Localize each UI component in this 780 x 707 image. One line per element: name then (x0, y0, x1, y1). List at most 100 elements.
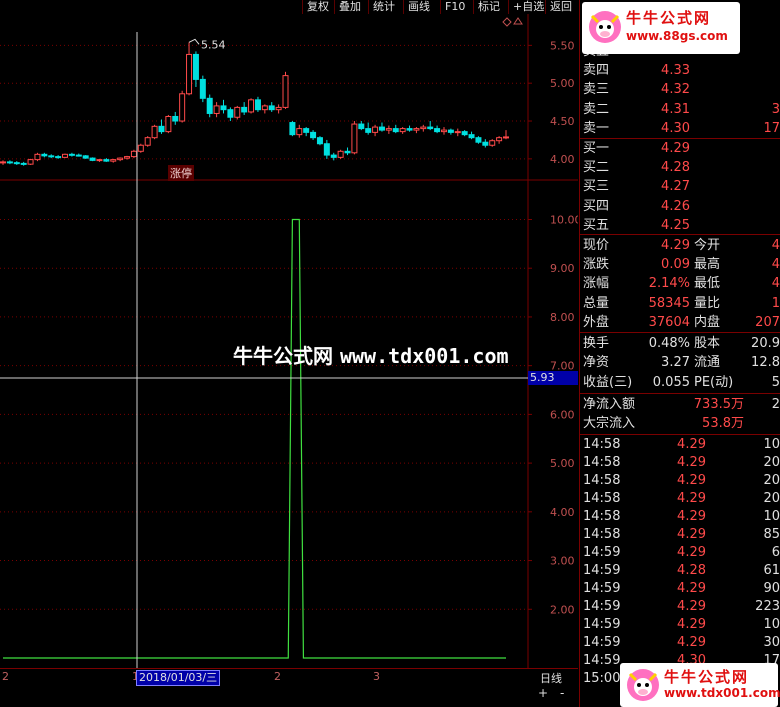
candle-body (75, 154, 82, 157)
y-tick-label: 9.00 (550, 262, 575, 275)
tick-price: 4.28 (677, 563, 706, 578)
divider (580, 393, 780, 394)
candle-body (179, 93, 186, 122)
logo-url: www.tdx001.com (664, 686, 780, 700)
sell-level-label: 卖一 (583, 120, 610, 136)
add-watchlist-button[interactable]: +自选 (508, 0, 548, 14)
zoom-in-button[interactable]: + (538, 686, 548, 700)
trade-tick-row: 14:59 4.29 6 (580, 543, 780, 562)
tick-volume: 85 (763, 527, 780, 542)
quote-row: 现价 4.29 今开 4 (580, 236, 780, 255)
y-tick-label: 5.00 (550, 77, 575, 90)
y-tick-label: 6.00 (550, 408, 575, 421)
high-price-label: 5.54 (201, 38, 226, 51)
candle-body (358, 123, 365, 130)
candle-body (248, 99, 255, 113)
watermark: 牛牛公式网 www.tdx001.com (233, 340, 509, 369)
candle-body (406, 128, 413, 131)
money-flow-label: 净流入额 (583, 397, 636, 412)
tick-time: 14:59 (583, 635, 621, 650)
quote-label: 今开 (694, 238, 721, 253)
quote-label: 量比 (694, 295, 721, 311)
candle-body (468, 134, 475, 139)
candle-body (151, 125, 158, 139)
tick-volume: 90 (763, 581, 780, 596)
money-flow-value: 53.8万 (702, 416, 744, 432)
fundamental-value: 5 (771, 374, 780, 390)
tick-volume: 223 (755, 599, 780, 614)
tick-price: 4.29 (677, 527, 706, 542)
candle-body (241, 106, 248, 113)
tick-time: 15:00 (583, 671, 621, 686)
buy-level-label: 买二 (583, 160, 610, 176)
mark-button[interactable]: 标记 (473, 0, 504, 14)
candle-body (454, 131, 461, 134)
draw-line-button[interactable]: 画线 (403, 0, 434, 14)
candle-body (27, 159, 34, 165)
zoom-controls: + - (528, 686, 578, 702)
candle-body (496, 137, 503, 142)
buy-level-row: 买四 4.26 (580, 197, 780, 216)
buy-level-row: 买二 4.28 (580, 158, 780, 177)
tick-price: 4.29 (677, 491, 706, 506)
f10-button[interactable]: F10 (440, 0, 469, 14)
quote-value: 58345 (648, 295, 690, 311)
candle-body (68, 153, 75, 156)
candle-body (447, 129, 454, 133)
buy-level-row: 买一 4.29 (580, 139, 780, 158)
candle-body (227, 109, 234, 118)
quote-label: 外盘 (583, 314, 610, 330)
fundamental-value: 0.48% (648, 336, 690, 351)
tick-time: 14:58 (583, 437, 621, 452)
watermark-name: 牛牛公式网 (233, 344, 333, 368)
toolbar: 复权 叠加 统计 画线 F10 标记 +自选 返回 (0, 0, 578, 14)
restore-rights-button[interactable]: 复权 (302, 0, 333, 14)
sell-level-volume: 17 (763, 120, 780, 136)
fundamental-label: 收益(三) (583, 374, 633, 390)
candle-body (34, 153, 41, 161)
candle-body (378, 126, 385, 131)
candle-body (268, 105, 275, 111)
candle-body (96, 159, 103, 162)
candle-body (344, 150, 351, 154)
candle-body (503, 136, 509, 139)
candle-body (48, 155, 55, 158)
candle-body (282, 75, 289, 108)
buy-level-row: 买五 4.25 (580, 216, 780, 235)
zoom-out-button[interactable]: - (560, 686, 564, 700)
trade-tick-row: 14:59 4.29 90 (580, 579, 780, 598)
x-tick-label: 3 (373, 670, 380, 683)
tick-price: 4.29 (677, 617, 706, 632)
tick-volume: 20 (763, 491, 780, 506)
sell-level-row: 卖三 4.32 (580, 80, 780, 99)
watermark-url: www.tdx001.com (339, 344, 509, 368)
candle-body (192, 53, 199, 80)
candle-body (110, 159, 117, 162)
period-selector[interactable]: 日线 (540, 670, 562, 686)
quote-row: 外盘 37604 内盘 207 (580, 313, 780, 332)
quote-value: 4 (771, 276, 780, 292)
candle-body (6, 161, 13, 164)
statistics-button[interactable]: 统计 (368, 0, 399, 14)
quote-label: 总量 (583, 295, 610, 311)
sell-level-price: 4.31 (661, 101, 690, 117)
sell-level-volume: 3 (771, 101, 780, 117)
fundamental-label: 股本 (694, 336, 721, 351)
marker-triangle-icon (513, 17, 523, 25)
back-button[interactable]: 返回 (545, 0, 576, 14)
trade-tick-row: 14:59 4.29 223 (580, 597, 780, 616)
candle-body (351, 123, 358, 154)
overlay-button[interactable]: 叠加 (334, 0, 365, 14)
trade-tick-row: 14:59 4.29 10 (580, 615, 780, 634)
tick-volume: 10 (763, 437, 780, 452)
tick-time: 14:58 (583, 473, 621, 488)
sell-level-row: 卖二 4.31 3 (580, 100, 780, 119)
divider (580, 234, 780, 235)
buy-level-price: 4.28 (661, 160, 690, 176)
tick-price: 4.29 (677, 473, 706, 488)
candle-body (103, 159, 110, 162)
marker-diamond-icon (502, 17, 512, 27)
candle-body (20, 162, 27, 165)
candle-body (434, 128, 441, 133)
trade-tick-row: 14:59 4.28 61 (580, 561, 780, 580)
